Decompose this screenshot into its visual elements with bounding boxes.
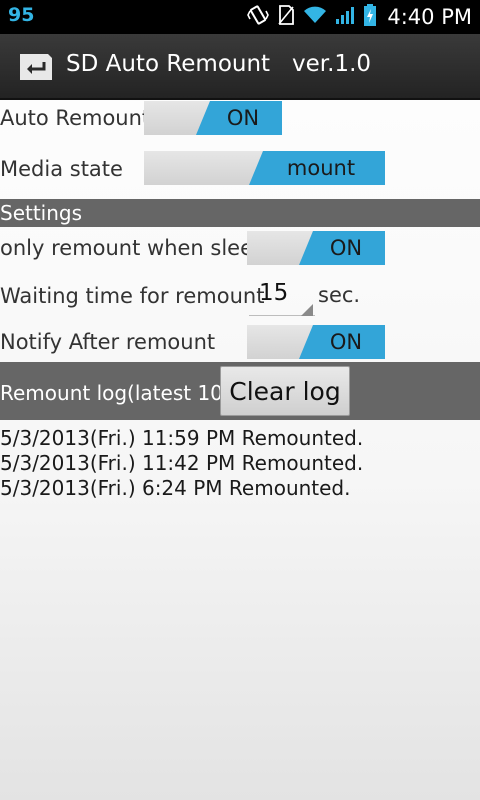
notify-toggle[interactable]: ON — [247, 325, 385, 359]
waiting-time-unit: sec. — [318, 283, 361, 307]
media-state-row: Media state mount — [0, 150, 480, 188]
media-state-toggle[interactable]: mount — [144, 151, 385, 185]
waiting-time-label: Waiting time for remount — [0, 284, 265, 308]
settings-header: Settings — [0, 199, 480, 227]
status-icons: 4:40 PM — [239, 0, 472, 34]
media-state-value: mount — [249, 151, 385, 185]
log-header-text: Remount log(latest 10) — [0, 381, 231, 405]
sleep-only-row: only remount when sleep ON — [0, 230, 480, 266]
status-bar: 95 4:40 PM — [0, 0, 480, 34]
log-entry: 5/3/2013(Fri.) 6:24 PM Remounted. — [0, 476, 351, 500]
notify-row: Notify After remount ON — [0, 324, 480, 360]
action-bar: SD Auto Remount ver.1.0 — [0, 34, 480, 100]
auto-remount-toggle[interactable]: ON — [144, 101, 282, 135]
clock: 4:40 PM — [387, 5, 472, 29]
battery-percent: 95 — [8, 4, 35, 26]
battery-charging-icon — [363, 3, 377, 31]
notify-label: Notify After remount — [0, 330, 216, 354]
notify-toggle-on: ON — [299, 325, 385, 359]
app-title: SD Auto Remount ver.1.0 — [66, 51, 372, 77]
wifi-icon — [303, 5, 327, 29]
sleep-only-toggle-on: ON — [299, 231, 385, 265]
no-sim-icon — [277, 4, 295, 30]
auto-remount-row: Auto Remount ON — [0, 100, 480, 138]
spinner-dropdown-icon — [301, 304, 313, 316]
waiting-time-spinner[interactable]: 15 — [249, 276, 315, 318]
back-card-icon[interactable] — [18, 52, 54, 86]
auto-remount-toggle-on: ON — [196, 101, 282, 135]
signal-icon — [335, 5, 355, 29]
log-entry: 5/3/2013(Fri.) 11:59 PM Remounted. — [0, 426, 364, 450]
waiting-time-value: 15 — [259, 280, 289, 306]
sleep-only-toggle[interactable]: ON — [247, 231, 385, 265]
log-list: 5/3/2013(Fri.) 11:59 PM Remounted. 5/3/2… — [0, 426, 363, 501]
log-entry: 5/3/2013(Fri.) 11:42 PM Remounted. — [0, 451, 364, 475]
media-state-label: Media state — [0, 157, 123, 181]
clear-log-button[interactable]: Clear log — [220, 366, 350, 416]
auto-remount-label: Auto Remount — [0, 106, 151, 130]
settings-header-text: Settings — [0, 201, 83, 225]
sleep-only-label: only remount when sleep — [0, 236, 267, 260]
vibrate-icon — [247, 4, 270, 30]
